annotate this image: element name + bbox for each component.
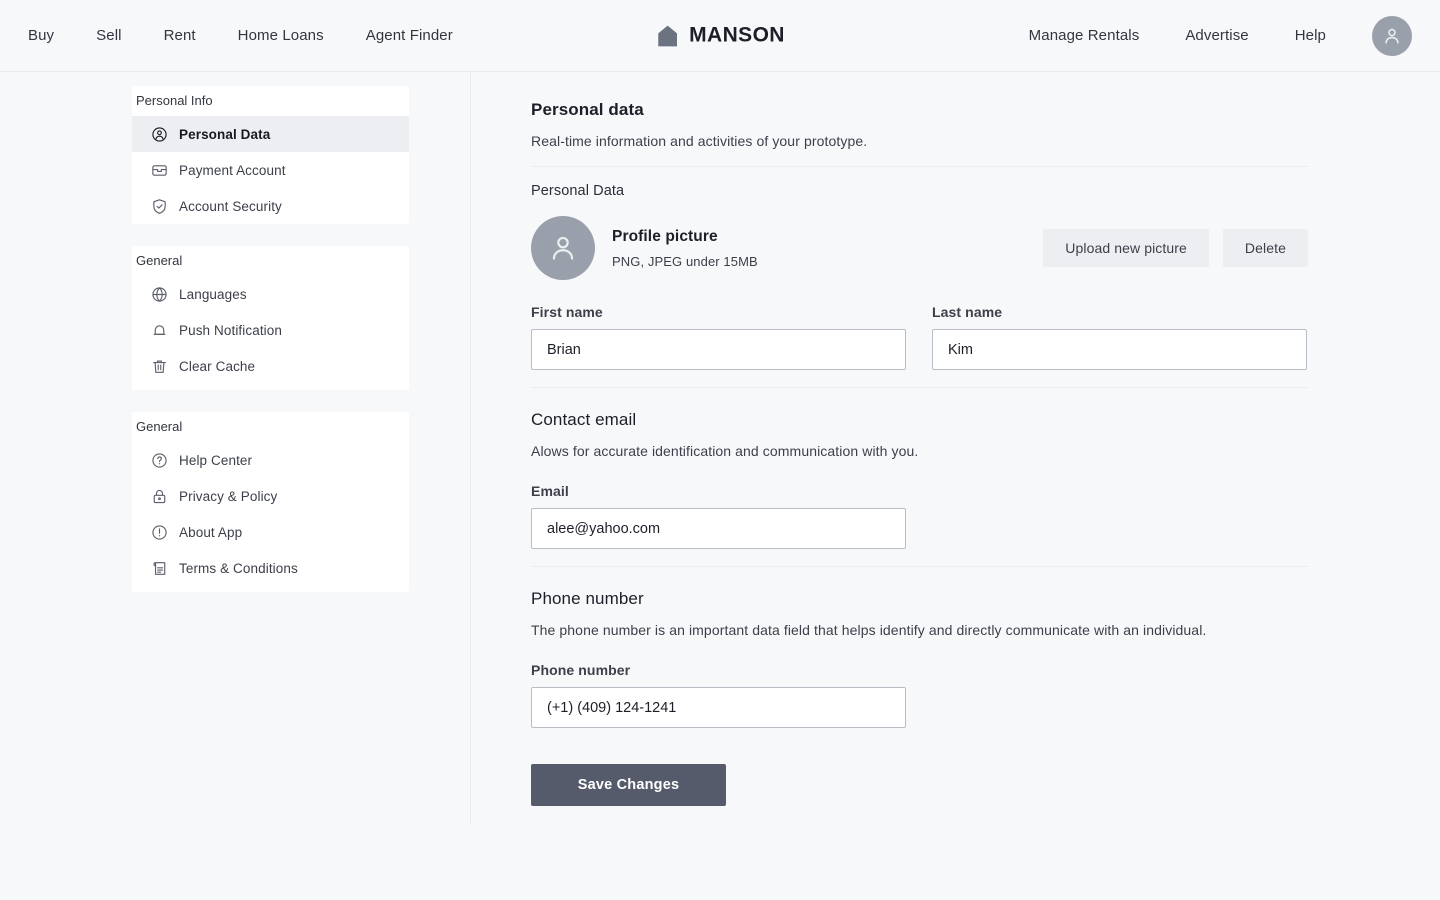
- user-avatar-icon: [552, 236, 574, 260]
- brand-name: MANSON: [689, 23, 785, 47]
- sidebar-item-help-center[interactable]: Help Center: [132, 442, 409, 478]
- sidebar-item-label: Languages: [179, 286, 247, 302]
- last-name-field-group: Last name: [932, 304, 1307, 370]
- settings-sidebar: Personal Info Personal Data Payment Acco…: [0, 72, 471, 824]
- user-circle-icon: [150, 125, 168, 143]
- sidebar-group-personal-info: Personal Info Personal Data Payment Acco…: [132, 86, 409, 224]
- first-name-input[interactable]: [531, 329, 906, 370]
- delete-picture-button[interactable]: Delete: [1222, 229, 1308, 267]
- top-header: Buy Sell Rent Home Loans Agent Finder MA…: [0, 0, 1440, 72]
- sidebar-item-terms-conditions[interactable]: Terms & Conditions: [132, 550, 409, 586]
- profile-picture-row: Profile picture PNG, JPEG under 15MB Upl…: [531, 216, 1308, 280]
- profile-picture-meta: Profile picture PNG, JPEG under 15MB: [612, 228, 758, 269]
- nav-manage-rentals[interactable]: Manage Rentals: [1029, 27, 1140, 44]
- last-name-label: Last name: [932, 304, 1003, 320]
- sidebar-item-label: Privacy & Policy: [179, 488, 278, 504]
- sidebar-item-privacy-policy[interactable]: Privacy & Policy: [132, 478, 409, 514]
- question-circle-icon: [150, 451, 168, 469]
- page-title: Personal data: [531, 100, 644, 119]
- divider: [531, 566, 1308, 567]
- nav-agent-finder[interactable]: Agent Finder: [366, 27, 453, 44]
- sidebar-item-label: Personal Data: [179, 126, 271, 142]
- phone-description: The phone number is an important data fi…: [531, 622, 1207, 638]
- shield-check-icon: [150, 197, 168, 215]
- nav-advertise[interactable]: Advertise: [1185, 27, 1248, 44]
- sidebar-item-payment-account[interactable]: Payment Account: [132, 152, 409, 188]
- sidebar-item-languages[interactable]: Languages: [132, 276, 409, 312]
- first-name-label: First name: [531, 304, 603, 320]
- card-icon: [150, 161, 168, 179]
- name-field-row: First name Last name: [531, 304, 1308, 370]
- email-label: Email: [531, 483, 569, 499]
- bell-icon: [150, 321, 168, 339]
- nav-rent[interactable]: Rent: [164, 27, 196, 44]
- first-name-field-group: First name: [531, 304, 906, 370]
- phone-heading: Phone number: [531, 589, 644, 608]
- sidebar-group-title: Personal Info: [136, 93, 213, 108]
- primary-nav-right: Manage Rentals Advertise Help: [1029, 15, 1412, 56]
- primary-nav-left: Buy Sell Rent Home Loans Agent Finder: [28, 27, 453, 44]
- email-field-group: Email: [531, 483, 906, 549]
- brand-logo[interactable]: MANSON: [655, 23, 785, 48]
- document-list-icon: [150, 559, 168, 577]
- email-field-row: Email: [531, 483, 1308, 549]
- trash-icon: [150, 357, 168, 375]
- save-changes-button[interactable]: Save Changes: [531, 764, 726, 806]
- sidebar-group-general-2: General Help Center Privacy & Policy Abo…: [132, 412, 409, 592]
- sidebar-group-general-1: General Languages Push Notification Clea…: [132, 246, 409, 390]
- contact-email-description: Alows for accurate identification and co…: [531, 443, 919, 459]
- sidebar-item-label: Terms & Conditions: [179, 560, 298, 576]
- user-avatar-icon: [1385, 28, 1399, 44]
- nav-home-loans[interactable]: Home Loans: [238, 27, 324, 44]
- email-input[interactable]: [531, 508, 906, 549]
- page-subtitle: Real-time information and activities of …: [531, 133, 868, 149]
- profile-avatar: [531, 216, 595, 280]
- info-circle-icon: [150, 523, 168, 541]
- nav-help[interactable]: Help: [1295, 27, 1326, 44]
- sidebar-item-label: Account Security: [179, 198, 282, 214]
- divider: [531, 387, 1308, 388]
- divider: [531, 166, 1308, 167]
- settings-main: Personal data Real-time information and …: [471, 72, 1440, 900]
- phone-label: Phone number: [531, 662, 631, 678]
- profile-picture-actions: Upload new picture Delete: [1043, 229, 1308, 267]
- profile-picture-hint: PNG, JPEG under 15MB: [612, 253, 758, 269]
- globe-icon: [150, 285, 168, 303]
- sidebar-item-personal-data[interactable]: Personal Data: [132, 116, 409, 152]
- profile-picture-title: Profile picture: [612, 227, 718, 245]
- nav-buy[interactable]: Buy: [28, 27, 54, 44]
- header-avatar-button[interactable]: [1372, 15, 1412, 56]
- lock-icon: [150, 487, 168, 505]
- sidebar-item-label: Payment Account: [179, 162, 286, 178]
- sidebar-group-title: General: [136, 419, 183, 434]
- sidebar-group-title: General: [136, 253, 183, 268]
- sidebar-item-push-notification[interactable]: Push Notification: [132, 312, 409, 348]
- sidebar-item-label: Clear Cache: [179, 358, 256, 374]
- sidebar-item-account-security[interactable]: Account Security: [132, 188, 409, 224]
- sidebar-item-label: About App: [179, 524, 243, 540]
- sidebar-item-clear-cache[interactable]: Clear Cache: [132, 348, 409, 384]
- nav-sell[interactable]: Sell: [96, 27, 121, 44]
- upload-new-picture-button[interactable]: Upload new picture: [1043, 229, 1209, 267]
- sidebar-item-label: Push Notification: [179, 322, 283, 338]
- phone-field-group: Phone number: [531, 662, 906, 728]
- sidebar-item-about-app[interactable]: About App: [132, 514, 409, 550]
- contact-email-heading: Contact email: [531, 410, 637, 429]
- page-body: Personal Info Personal Data Payment Acco…: [0, 72, 1440, 900]
- house-icon: [658, 25, 678, 46]
- personal-data-section-label: Personal Data: [531, 183, 625, 199]
- phone-input[interactable]: [531, 687, 906, 728]
- phone-field-row: Phone number: [531, 662, 1308, 728]
- sidebar-item-label: Help Center: [179, 452, 253, 468]
- last-name-input[interactable]: [932, 329, 1307, 370]
